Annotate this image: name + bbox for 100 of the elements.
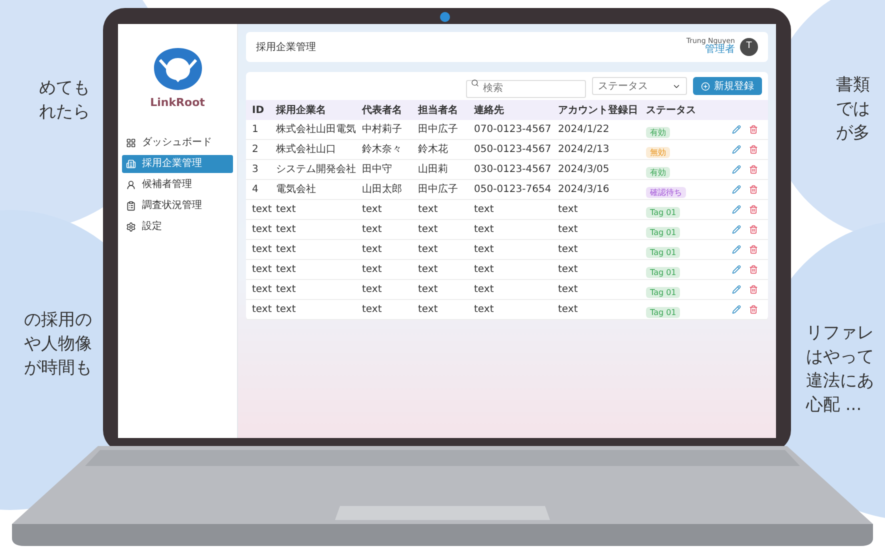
status-tag: 有効 [646, 166, 670, 178]
user-avatar[interactable]: T [740, 38, 758, 56]
table-cell-text: text [474, 243, 495, 257]
status-tag: Tag 01 [646, 206, 680, 218]
column-header: アカウント登録日 [558, 104, 639, 118]
sidebar-item[interactable]: 採用企業管理 [122, 154, 233, 172]
bubble-text: 書類 では が多 [836, 74, 871, 145]
delete-icon[interactable] [749, 205, 758, 214]
grid-icon [126, 138, 136, 148]
table-cell-text: text [276, 263, 297, 277]
table-cell-text: text [276, 283, 297, 297]
table-cell-text: 2024/1/22 [558, 123, 610, 137]
table-cell-text: 山田太郎 [362, 182, 403, 197]
edit-icon[interactable] [732, 145, 741, 154]
search-field[interactable]: 検索 [466, 80, 586, 98]
sidebar-item[interactable]: 設定 [122, 218, 233, 236]
edit-icon[interactable] [732, 305, 741, 314]
table-cell-text: 株式会社山口 [276, 142, 337, 157]
edit-icon[interactable] [732, 285, 741, 294]
status-tag: Tag 01 [646, 246, 680, 258]
settings-icon [126, 222, 136, 232]
delete-icon[interactable] [749, 125, 758, 134]
table-cell-text: text [558, 243, 579, 257]
table-cell-text: text [362, 263, 383, 277]
user-role: 管理者 [705, 45, 735, 56]
table-cell-text: 2024/2/13 [558, 143, 610, 157]
table-cell-text: 中村莉子 [362, 122, 403, 137]
edit-icon[interactable] [732, 265, 741, 274]
status-tag: 有効 [646, 126, 670, 138]
table-cell-text: text [474, 263, 495, 277]
table-cell-text: 050-0123-7654 [474, 183, 552, 197]
table-cell-text: text [362, 223, 383, 237]
table-cell-text: text [252, 303, 273, 317]
camera-icon [440, 12, 450, 22]
table-cell-text: text [252, 203, 273, 217]
sidebar-item[interactable]: 調査状況管理 [122, 196, 233, 214]
table-cell-text: text [362, 283, 383, 297]
table-cell-text: 4 [252, 183, 260, 197]
search-icon [471, 79, 479, 87]
column-header: 代表者名 [362, 104, 403, 118]
delete-icon[interactable] [749, 245, 758, 254]
table-cell-text: text [418, 303, 439, 317]
bubble-text: の採用の や人物像 が時間も [23, 309, 92, 380]
edit-icon[interactable] [732, 245, 741, 254]
column-header: 連絡先 [474, 104, 505, 118]
status-tag: Tag 01 [646, 306, 680, 318]
table-cell-text: text [362, 243, 383, 257]
table-cell-text: システム開発会社 [276, 162, 357, 177]
plus-icon [701, 82, 710, 90]
sidebar-item[interactable]: ダッシュボード [122, 134, 233, 152]
table-cell-text: 田中守 [362, 162, 393, 177]
table-cell-text: 鈴木奈々 [362, 142, 403, 157]
table-cell-text: text [558, 263, 579, 277]
delete-icon[interactable] [749, 185, 758, 194]
status-dropdown[interactable]: ステータス [592, 77, 687, 95]
clipboard-icon [126, 200, 136, 210]
table-cell-text: 田中広子 [418, 182, 459, 197]
table-cell-text: 2024/3/16 [558, 183, 610, 197]
table-cell-text: text [418, 223, 439, 237]
status-tag: 無効 [646, 146, 670, 158]
edit-icon[interactable] [732, 125, 741, 134]
table-cell-text: 3 [252, 163, 260, 177]
table-cell-text: text [418, 243, 439, 257]
delete-icon[interactable] [749, 165, 758, 174]
bubble-text: リファレ はやって 違法にあ 心配 ... [806, 322, 875, 417]
table-cell-text: 田中広子 [418, 122, 459, 137]
table-cell-text: 2024/3/05 [558, 163, 610, 177]
logo-icon [152, 46, 204, 92]
table-cell-text: text [252, 223, 273, 237]
delete-icon[interactable] [749, 285, 758, 294]
add-button[interactable]: 新規登録 [693, 77, 762, 95]
edit-icon[interactable] [732, 185, 741, 194]
table-cell-text: 電気会社 [276, 182, 317, 197]
table-cell-text: 2 [252, 143, 260, 157]
edit-icon[interactable] [732, 205, 741, 214]
sidebar-item[interactable]: 候補者管理 [122, 176, 233, 194]
bubble-text: めても れたら [38, 77, 90, 124]
column-header: 担当者名 [418, 104, 459, 118]
table-cell-text: 1 [252, 123, 260, 137]
table-cell-text: text [558, 283, 579, 297]
table-cell-text: text [474, 223, 495, 237]
table-cell-text: text [474, 203, 495, 217]
building-icon [126, 158, 136, 168]
edit-icon[interactable] [732, 165, 741, 174]
delete-icon[interactable] [749, 265, 758, 274]
delete-icon[interactable] [749, 305, 758, 314]
table-cell-text: text [558, 203, 579, 217]
table-cell-text: text [252, 243, 273, 257]
edit-icon[interactable] [732, 225, 741, 234]
person-icon [126, 180, 136, 190]
page-title: 採用企業管理 [256, 40, 316, 54]
table-cell-text: text [276, 203, 297, 217]
table-cell-text: text [276, 223, 297, 237]
table-cell-text: text [558, 303, 579, 317]
delete-icon[interactable] [749, 225, 758, 234]
table-cell-text: text [558, 223, 579, 237]
table-cell-text: text [276, 243, 297, 257]
table-cell-text: text [362, 203, 383, 217]
table-cell-text: text [418, 203, 439, 217]
delete-icon[interactable] [749, 145, 758, 154]
